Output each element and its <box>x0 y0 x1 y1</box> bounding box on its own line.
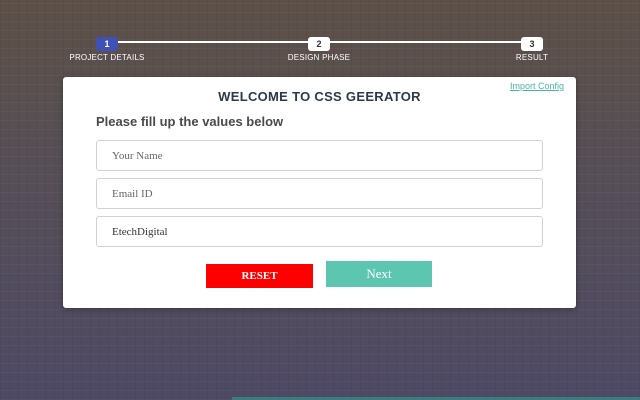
name-input[interactable] <box>96 140 543 171</box>
step-label-project-details: PROJECT DETAILS <box>69 53 145 62</box>
step-number-1: 1 <box>96 37 118 51</box>
step-number-3: 3 <box>521 37 543 51</box>
step-result[interactable]: 3 RESULT <box>472 34 592 62</box>
form-card: Import Config WELCOME TO CSS GEERATOR Pl… <box>63 77 576 308</box>
email-input[interactable] <box>96 178 543 209</box>
reset-button[interactable]: RESET <box>206 264 313 288</box>
card-title: WELCOME TO CSS GEERATOR <box>218 89 421 104</box>
company-input[interactable] <box>96 216 543 247</box>
step-label-design-phase: DESIGN PHASE <box>287 53 351 62</box>
page: { "progress": { "steps": [ {"number": "1… <box>0 0 640 400</box>
step-number-2: 2 <box>308 37 330 51</box>
step-project-details[interactable]: 1 PROJECT DETAILS <box>47 34 167 62</box>
step-label-result: RESULT <box>515 53 549 62</box>
form-instructions: Please fill up the values below <box>96 114 284 129</box>
progress-steps: 1 PROJECT DETAILS 2 DESIGN PHASE 3 RESUL… <box>0 0 640 70</box>
step-design-phase[interactable]: 2 DESIGN PHASE <box>259 34 379 62</box>
next-button[interactable]: Next <box>326 261 432 287</box>
